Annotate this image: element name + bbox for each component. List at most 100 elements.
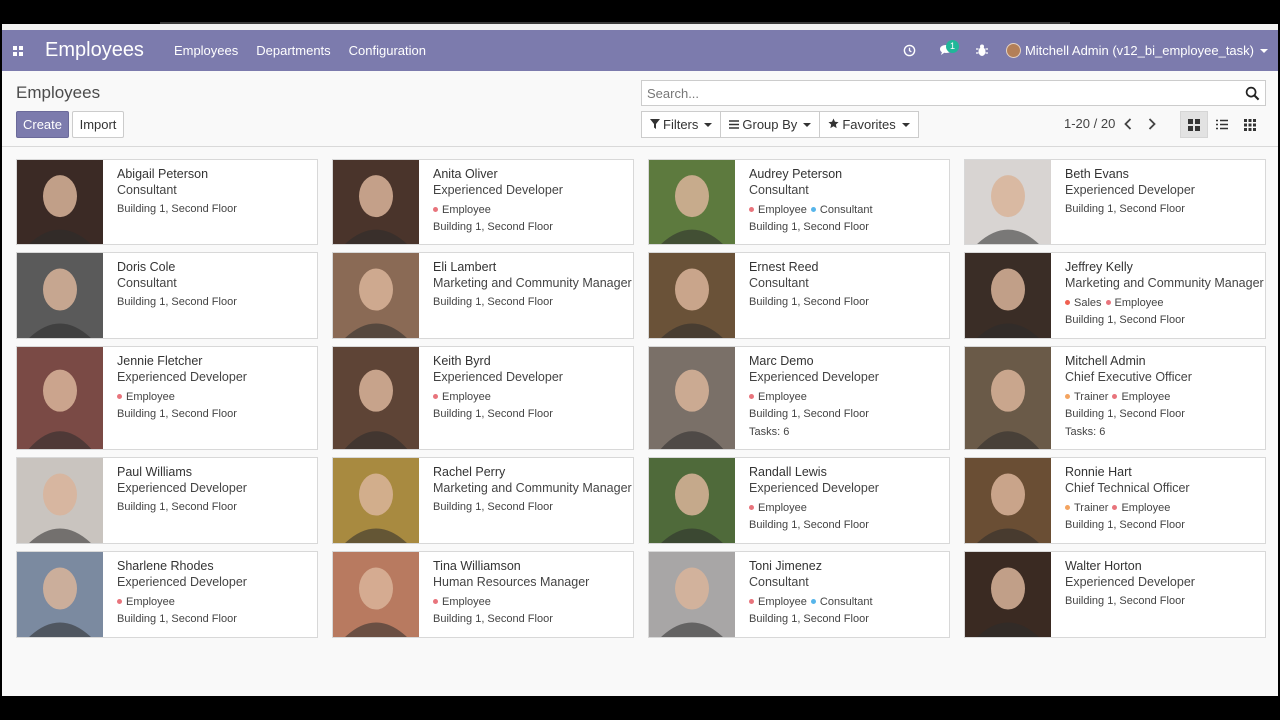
employee-name: Walter Horton [1065,559,1142,573]
employee-tag: Employee [749,203,807,217]
search-options: Filters Group By Favorites [641,111,919,138]
employee-photo [965,458,1051,543]
employee-location: Building 1, Second Floor [117,408,237,420]
employee-card[interactable]: Jeffrey Kelly Marketing and Community Man… [964,252,1266,339]
employee-info: Randall Lewis Experienced Developer Employ… [749,464,945,532]
create-button[interactable]: Create [16,111,69,138]
employee-card[interactable]: Tina Williamson Human Resources Manager Em… [332,551,634,638]
view-switcher [1180,111,1264,138]
employee-info: Jennie Fletcher Experienced Developer Empl… [117,353,313,421]
import-button[interactable]: Import [72,111,124,138]
employee-tag-label: Trainer [1074,501,1109,514]
employee-tag-label: Employee [126,595,175,608]
search-input[interactable] [642,85,1232,101]
employee-card[interactable]: Eli Lambert Marketing and Community Manag… [332,252,634,339]
employee-tag: Sales [1065,296,1102,310]
app-title: Employees [45,39,144,61]
employee-tags: Employee [433,594,629,608]
employee-task-count[interactable]: Tasks: 6 [749,425,945,439]
employee-tags: Trainer Employee [1065,500,1261,514]
tag-dot-icon [1065,505,1070,510]
employee-photo [649,253,735,338]
employee-tag: Employee [433,390,491,404]
employee-location: Building 1, Second Floor [433,613,553,625]
employee-tag-label: Employee [758,203,807,216]
menu-configuration[interactable]: Configuration [349,43,426,58]
tag-dot-icon [1105,300,1111,305]
employee-location: Building 1, Second Floor [1065,408,1185,420]
employee-card[interactable]: Ernest Reed Consultant Building 1, Second … [648,252,950,339]
employee-tags: Trainer Employee [1065,389,1261,403]
groupby-button[interactable]: Group By [720,111,821,138]
employee-card[interactable]: Toni Jimenez Consultant Employee Consultant… [648,551,950,638]
employee-location: Building 1, Second Floor [749,408,869,420]
employee-tags: Employee [117,594,313,608]
grid-view-icon[interactable] [1236,111,1264,138]
employee-name: Randall Lewis [749,465,827,479]
employee-tag-label: Consultant [819,203,873,216]
kanban-view-icon[interactable] [1180,111,1208,138]
groupby-label: Group By [742,117,798,132]
employee-card[interactable]: Abigail Peterson Consultant Building 1, Se… [16,159,318,245]
employee-card[interactable]: Audrey Peterson Consultant Employee Consult… [648,159,950,245]
employee-info: Mitchell Admin Chief Executive Officer Tra… [1065,353,1261,439]
employee-card[interactable]: Keith Byrd Experienced Developer Employee B… [332,346,634,450]
pager-value[interactable]: 1-20 / 20 [1064,116,1115,131]
employee-card[interactable]: Ronnie Hart Chief Technical Officer Traine… [964,457,1266,544]
list-view-icon[interactable] [1208,111,1236,138]
apps-menu-icon[interactable] [4,30,32,71]
employee-name: Doris Cole [117,260,176,274]
user-menu[interactable]: Mitchell Admin (v12_bi_employee_task) [1005,43,1278,58]
debug-bug-icon[interactable] [964,30,1000,71]
employee-job-title: Chief Executive Officer [1065,370,1192,384]
employee-location: Building 1, Second Floor [749,519,869,531]
pager-next-icon[interactable] [1141,113,1163,135]
employee-card[interactable]: Randall Lewis Experienced Developer Employ… [648,457,950,544]
tag-dot-icon [433,599,438,604]
employee-card[interactable]: Sharlene Rhodes Experienced Developer Empl… [16,551,318,638]
employee-name: Rachel Perry [433,465,506,479]
search-icon[interactable] [1245,86,1260,101]
menu-departments[interactable]: Departments [256,43,330,58]
employee-location: Building 1, Second Floor [1065,595,1185,607]
employee-card[interactable]: Beth Evans Experienced Developer Building … [964,159,1266,245]
tag-dot-icon [117,394,122,399]
employee-card[interactable]: Doris Cole Consultant Building 1, Second F… [16,252,318,339]
employee-job-title: Experienced Developer [433,370,563,384]
employee-tag-label: Employee [442,390,491,403]
employee-location: Building 1, Second Floor [117,613,237,625]
pager-previous-icon[interactable] [1117,113,1139,135]
employee-card[interactable]: Walter Horton Experienced Developer Buildi… [964,551,1266,638]
employee-name: Keith Byrd [433,354,491,368]
employee-info: Audrey Peterson Consultant Employee Consult… [749,166,945,234]
employee-name: Marc Demo [749,354,814,368]
employee-photo [649,160,735,244]
employee-info: Abigail Peterson Consultant Building 1, Se… [117,166,313,216]
filters-button[interactable]: Filters [641,111,722,138]
user-name: Mitchell Admin (v12_bi_employee_task) [1024,43,1254,58]
messages-icon[interactable]: 1 [928,30,964,71]
employee-card[interactable]: Marc Demo Experienced Developer Employee Bu… [648,346,950,450]
employee-card[interactable]: Mitchell Admin Chief Executive Officer Tra… [964,346,1266,450]
employee-tags: Employee [749,500,945,514]
employee-card[interactable]: Jennie Fletcher Experienced Developer Empl… [16,346,318,450]
employee-tag: Employee [433,595,491,609]
employee-name: Toni Jimenez [749,559,822,573]
employee-task-count[interactable]: Tasks: 6 [1065,425,1261,439]
favorites-button[interactable]: Favorites [819,111,919,138]
employee-info: Tina Williamson Human Resources Manager Em… [433,558,629,626]
employee-card[interactable]: Paul Williams Experienced Developer Buildi… [16,457,318,544]
employee-photo [333,552,419,637]
employee-job-title: Human Resources Manager [433,575,590,589]
employee-tag: Employee [1112,501,1170,515]
employee-card[interactable]: Anita Oliver Experienced Developer Employe… [332,159,634,245]
clock-activity-icon[interactable] [892,30,928,71]
tag-dot-icon [1112,394,1118,399]
employee-tag: Employee [117,390,175,404]
employee-photo [649,347,735,449]
employee-name: Ronnie Hart [1065,465,1132,479]
employee-name: Paul Williams [117,465,193,479]
employee-card[interactable]: Rachel Perry Marketing and Community Mana… [332,457,634,544]
employee-photo [965,347,1051,449]
menu-employees[interactable]: Employees [174,43,238,58]
